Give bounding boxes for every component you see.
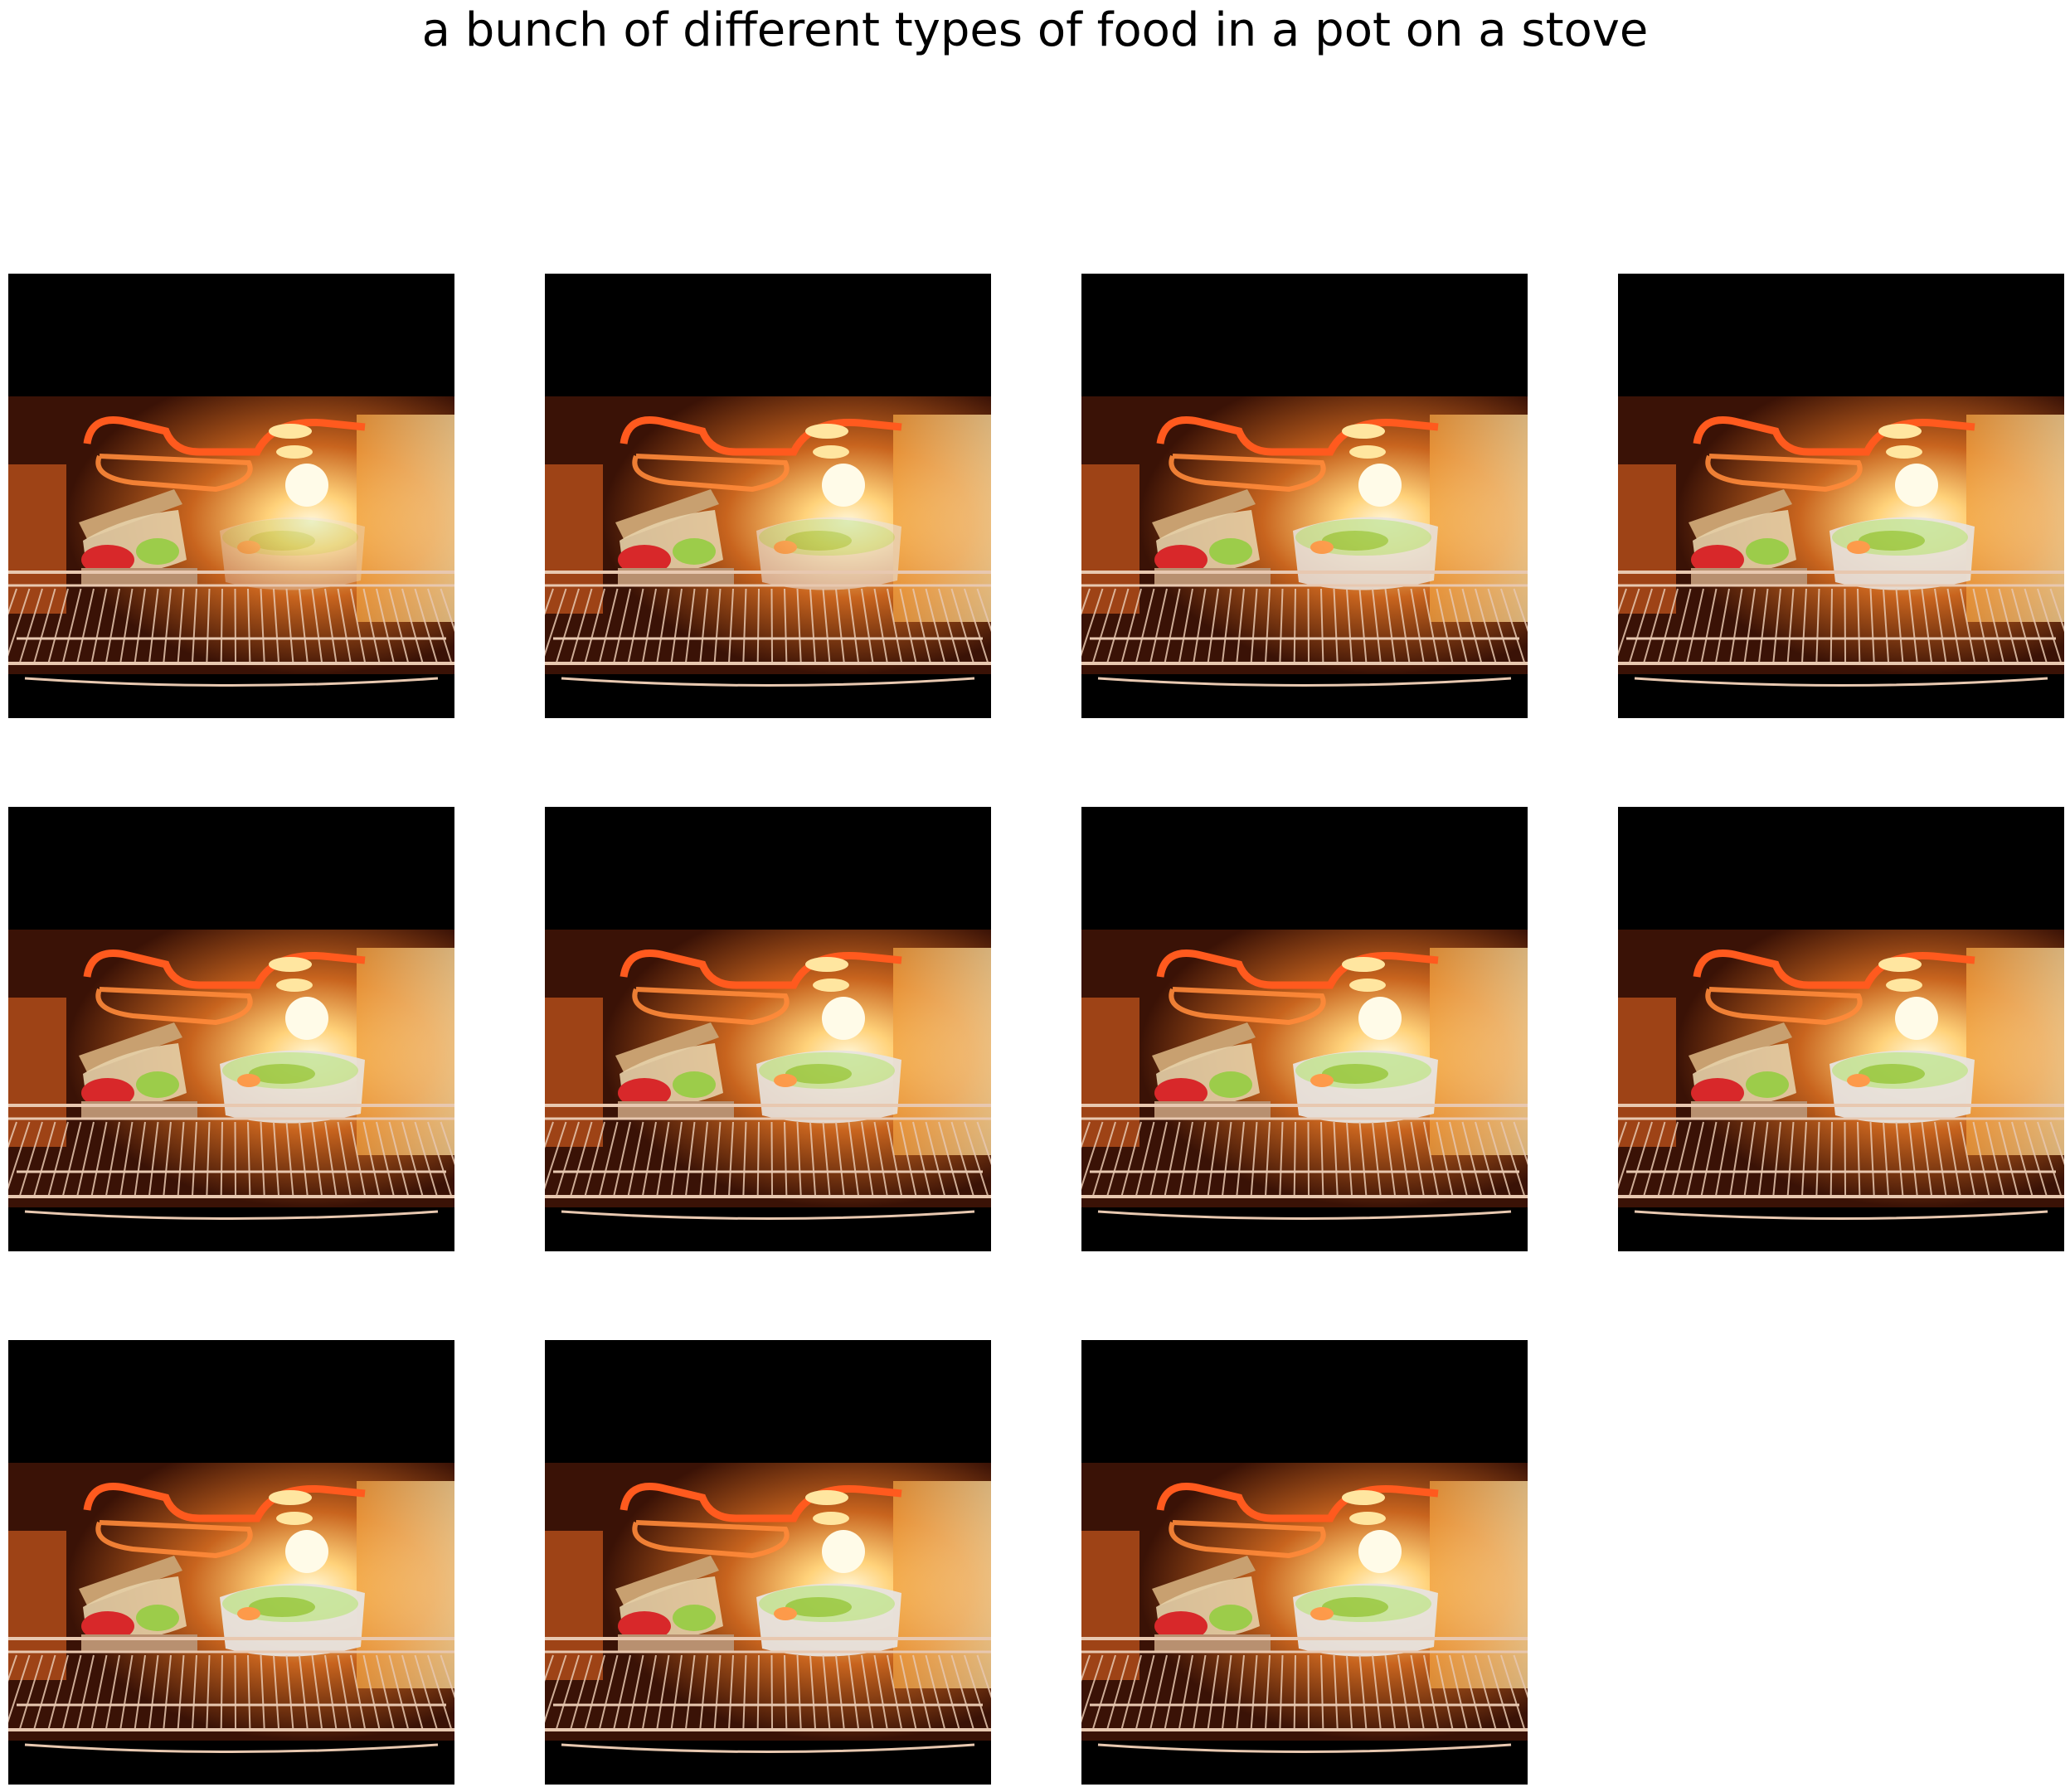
oven-food-image: [545, 274, 991, 718]
oven-food-image: [1081, 807, 1528, 1251]
oven-food-image: [1618, 807, 2064, 1251]
figure-title: a bunch of different types of food in a …: [421, 3, 1649, 57]
oven-food-image: [8, 1340, 454, 1785]
oven-food-image: [545, 807, 991, 1251]
oven-food-image: [1081, 1340, 1528, 1785]
oven-food-image: [8, 807, 454, 1251]
oven-food-image: [1618, 274, 2064, 718]
oven-food-image: [8, 274, 454, 718]
oven-food-image: [1081, 274, 1528, 718]
oven-food-image: [545, 1340, 991, 1785]
